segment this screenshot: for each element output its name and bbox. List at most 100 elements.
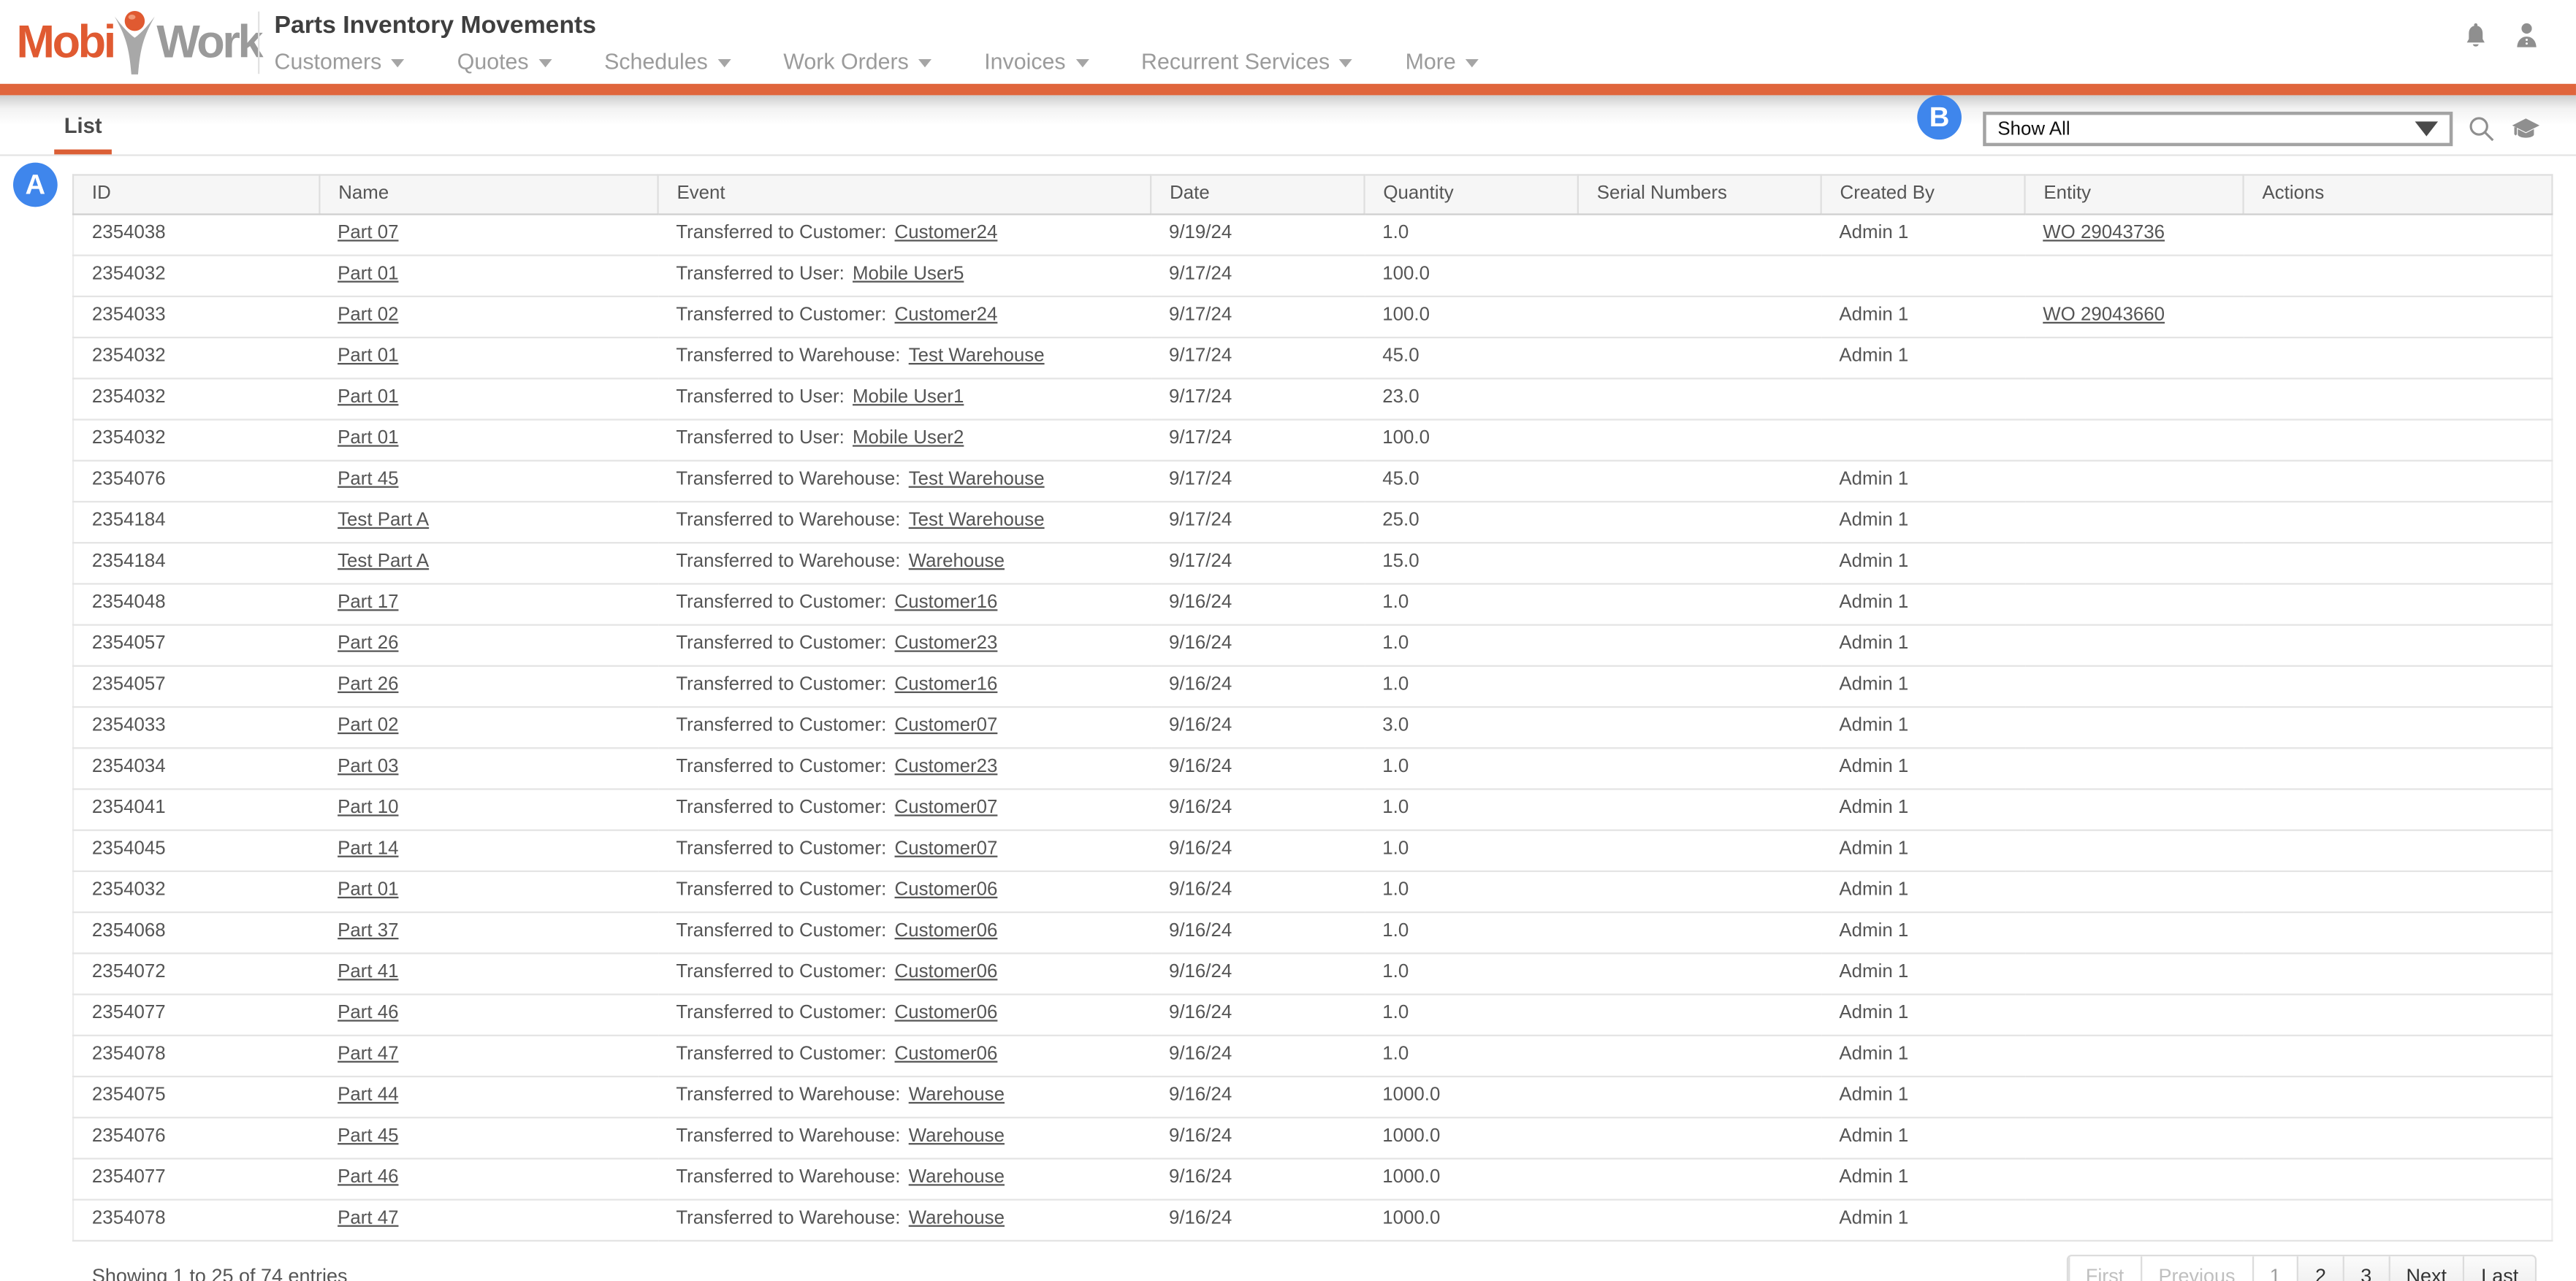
cell-event: Transferred to Customer:Customer07: [658, 707, 1151, 748]
part-link[interactable]: Part 26: [338, 675, 398, 695]
part-link[interactable]: Part 17: [338, 593, 398, 613]
entity-link[interactable]: WO 29043736: [2043, 223, 2165, 243]
part-link[interactable]: Part 01: [338, 880, 398, 900]
part-link[interactable]: Part 01: [338, 388, 398, 408]
cell-quantity: 1.0: [1365, 912, 1578, 953]
cell-quantity: 1.0: [1365, 789, 1578, 830]
part-link[interactable]: Part 45: [338, 1127, 398, 1147]
entity-link[interactable]: WO 29043660: [2043, 305, 2165, 325]
event-target-link[interactable]: Customer06: [895, 922, 998, 941]
cell-date: 9/16/24: [1151, 1077, 1364, 1117]
part-link[interactable]: Part 10: [338, 798, 398, 818]
nav-more[interactable]: More: [1406, 49, 1479, 74]
cell-date: 9/17/24: [1151, 420, 1364, 461]
event-target-link[interactable]: Customer06: [895, 1044, 998, 1064]
page-next[interactable]: Next: [2388, 1256, 2463, 1281]
page-first[interactable]: First: [2068, 1256, 2141, 1281]
cell-entity: [2025, 748, 2244, 789]
cell-event: Transferred to User:Mobile User5: [658, 256, 1151, 297]
header-icons: [2461, 21, 2542, 50]
part-link[interactable]: Part 01: [338, 264, 398, 284]
filter-dropdown[interactable]: Show All: [1983, 112, 2453, 146]
part-link[interactable]: Part 47: [338, 1209, 398, 1228]
nav-quotes[interactable]: Quotes: [457, 49, 552, 74]
mobiwork-logo[interactable]: Mobi Work: [16, 7, 261, 79]
part-link[interactable]: Part 01: [338, 346, 398, 366]
cell-quantity: 1.0: [1365, 666, 1578, 707]
event-target-link[interactable]: Customer07: [895, 839, 998, 859]
event-target-link[interactable]: Test Warehouse: [909, 346, 1045, 366]
cell-id: 2354076: [73, 1117, 319, 1158]
event-text: Transferred to Warehouse:: [676, 1127, 900, 1147]
event-target-link[interactable]: Customer16: [895, 593, 998, 613]
part-link[interactable]: Part 46: [338, 1003, 398, 1023]
part-link[interactable]: Part 02: [338, 305, 398, 325]
page-2[interactable]: 2: [2297, 1256, 2342, 1281]
part-link[interactable]: Test Part A: [338, 552, 429, 572]
part-link[interactable]: Part 44: [338, 1085, 398, 1105]
event-target-link[interactable]: Customer07: [895, 716, 998, 735]
event-target-link[interactable]: Mobile User5: [853, 264, 964, 284]
notifications-bell-icon[interactable]: [2461, 21, 2491, 50]
event-target-link[interactable]: Warehouse: [909, 1168, 1005, 1188]
table-row: 2354072 Part 41 Transferred to Customer:…: [73, 953, 2552, 994]
part-link[interactable]: Part 07: [338, 223, 398, 243]
event-target-link[interactable]: Warehouse: [909, 1085, 1005, 1105]
part-link[interactable]: Part 37: [338, 922, 398, 941]
cell-actions: [2244, 461, 2553, 502]
event-target-link[interactable]: Customer06: [895, 1003, 998, 1023]
part-link[interactable]: Part 02: [338, 716, 398, 735]
account-user-icon[interactable]: [2512, 21, 2541, 50]
cell-date: 9/17/24: [1151, 543, 1364, 584]
nav-customers[interactable]: Customers: [275, 49, 405, 74]
part-link[interactable]: Part 45: [338, 470, 398, 489]
part-link[interactable]: Part 14: [338, 839, 398, 859]
cell-created-by: Admin 1: [1821, 1200, 2025, 1241]
nav-work-orders[interactable]: Work Orders: [783, 49, 931, 74]
cell-date: 9/16/24: [1151, 707, 1364, 748]
event-target-link[interactable]: Customer24: [895, 305, 998, 325]
search-icon[interactable]: [2468, 115, 2496, 142]
cell-name: Test Part A: [319, 543, 658, 584]
nav-schedules[interactable]: Schedules: [604, 49, 731, 74]
part-link[interactable]: Part 47: [338, 1044, 398, 1064]
chevron-down-icon: [918, 59, 931, 67]
part-link[interactable]: Part 46: [338, 1168, 398, 1188]
cell-date: 9/16/24: [1151, 1200, 1364, 1241]
part-link[interactable]: Part 26: [338, 634, 398, 654]
event-target-link[interactable]: Customer16: [895, 675, 998, 695]
cell-quantity: 25.0: [1365, 502, 1578, 543]
event-target-link[interactable]: Customer07: [895, 798, 998, 818]
event-target-link[interactable]: Customer06: [895, 880, 998, 900]
cell-actions: [2244, 378, 2553, 419]
cell-entity: [2025, 584, 2244, 624]
cell-event: Transferred to User:Mobile User1: [658, 378, 1151, 419]
cell-id: 2354034: [73, 748, 319, 789]
event-target-link[interactable]: Test Warehouse: [909, 470, 1045, 489]
cell-quantity: 100.0: [1365, 297, 1578, 337]
event-target-link[interactable]: Warehouse: [909, 552, 1005, 572]
page-title: Parts Inventory Movements: [275, 12, 597, 39]
tab-list[interactable]: List: [54, 113, 112, 154]
event-target-link[interactable]: Customer23: [895, 634, 998, 654]
page-3[interactable]: 3: [2343, 1256, 2388, 1281]
event-target-link[interactable]: Warehouse: [909, 1209, 1005, 1228]
event-target-link[interactable]: Warehouse: [909, 1127, 1005, 1147]
page-previous[interactable]: Previous: [2141, 1256, 2252, 1281]
page-last[interactable]: Last: [2463, 1256, 2535, 1281]
event-target-link[interactable]: Test Warehouse: [909, 511, 1045, 530]
event-target-link[interactable]: Customer24: [895, 223, 998, 243]
event-target-link[interactable]: Customer23: [895, 757, 998, 777]
part-link[interactable]: Test Part A: [338, 511, 429, 530]
part-link[interactable]: Part 01: [338, 429, 398, 448]
table-row: 2354078 Part 47 Transferred to Customer:…: [73, 1036, 2552, 1077]
part-link[interactable]: Part 03: [338, 757, 398, 777]
part-link[interactable]: Part 41: [338, 963, 398, 982]
event-target-link[interactable]: Mobile User2: [853, 429, 964, 448]
event-target-link[interactable]: Customer06: [895, 963, 998, 982]
page-1[interactable]: 1: [2252, 1256, 2297, 1281]
nav-invoices[interactable]: Invoices: [984, 49, 1089, 74]
graduation-cap-icon[interactable]: [2510, 113, 2542, 145]
nav-recurrent-services[interactable]: Recurrent Services: [1141, 49, 1353, 74]
event-target-link[interactable]: Mobile User1: [853, 388, 964, 408]
